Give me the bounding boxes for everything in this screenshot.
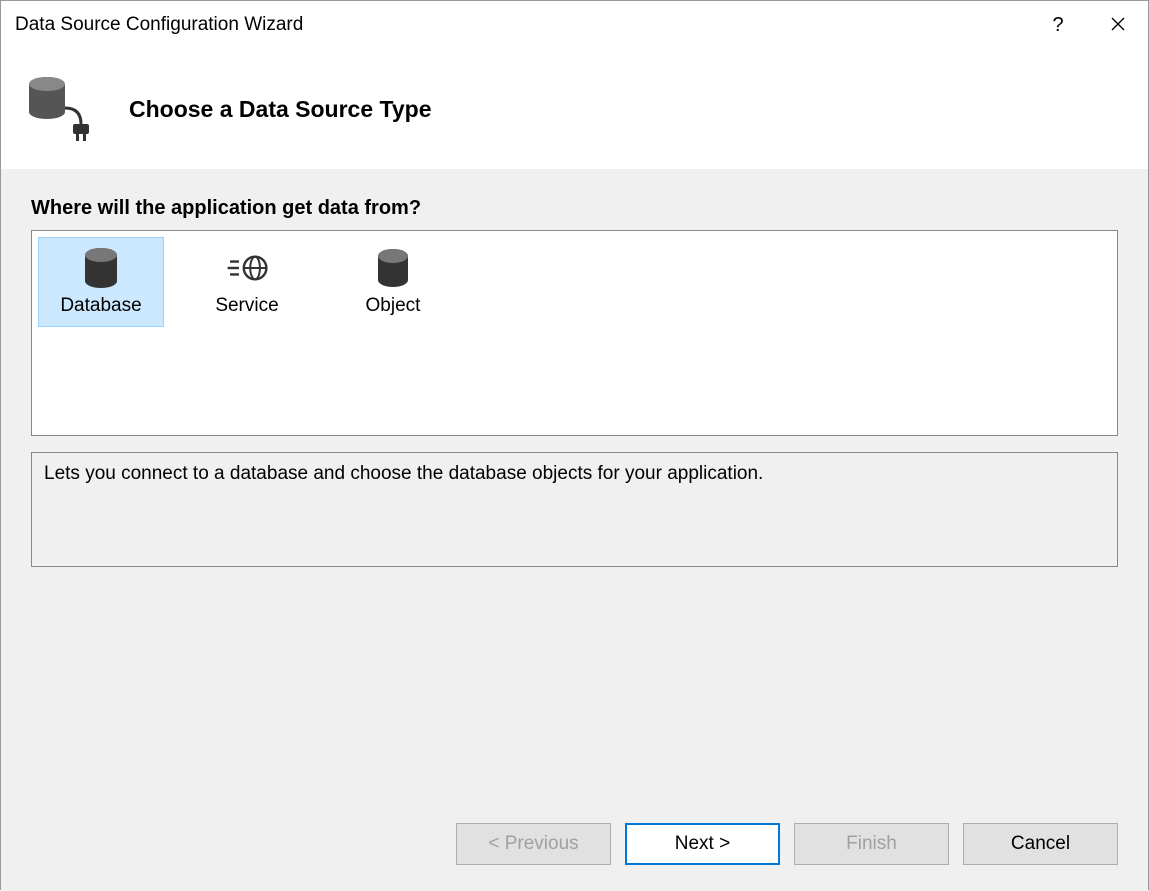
source-option-service[interactable]: Service: [184, 237, 310, 327]
source-option-database[interactable]: Database: [38, 237, 164, 327]
question-label: Where will the application get data from…: [31, 197, 1118, 220]
previous-button: < Previous: [456, 823, 611, 865]
wizard-header: Choose a Data Source Type: [1, 49, 1148, 169]
source-label: Object: [366, 295, 421, 317]
database-icon: [80, 247, 122, 289]
finish-button: Finish: [794, 823, 949, 865]
close-icon: [1111, 15, 1125, 36]
help-icon: ?: [1052, 14, 1063, 37]
description-box: Lets you connect to a database and choos…: [31, 452, 1118, 567]
service-globe-icon: [226, 247, 268, 289]
data-source-list: Database Service: [31, 230, 1118, 436]
next-button[interactable]: Next >: [625, 823, 780, 865]
help-button[interactable]: ?: [1028, 1, 1088, 49]
close-button[interactable]: [1088, 1, 1148, 49]
database-plug-icon: [21, 70, 99, 148]
object-cylinder-icon: [372, 247, 414, 289]
source-option-object[interactable]: Object: [330, 237, 456, 327]
content-area: Where will the application get data from…: [1, 169, 1148, 891]
window-title: Data Source Configuration Wizard: [15, 14, 1028, 36]
wizard-button-row: < Previous Next > Finish Cancel: [31, 823, 1118, 871]
source-label: Service: [215, 295, 278, 317]
cancel-button[interactable]: Cancel: [963, 823, 1118, 865]
page-title: Choose a Data Source Type: [129, 96, 432, 123]
title-bar: Data Source Configuration Wizard ?: [1, 1, 1148, 49]
source-label: Database: [60, 295, 141, 317]
description-text: Lets you connect to a database and choos…: [44, 463, 763, 484]
